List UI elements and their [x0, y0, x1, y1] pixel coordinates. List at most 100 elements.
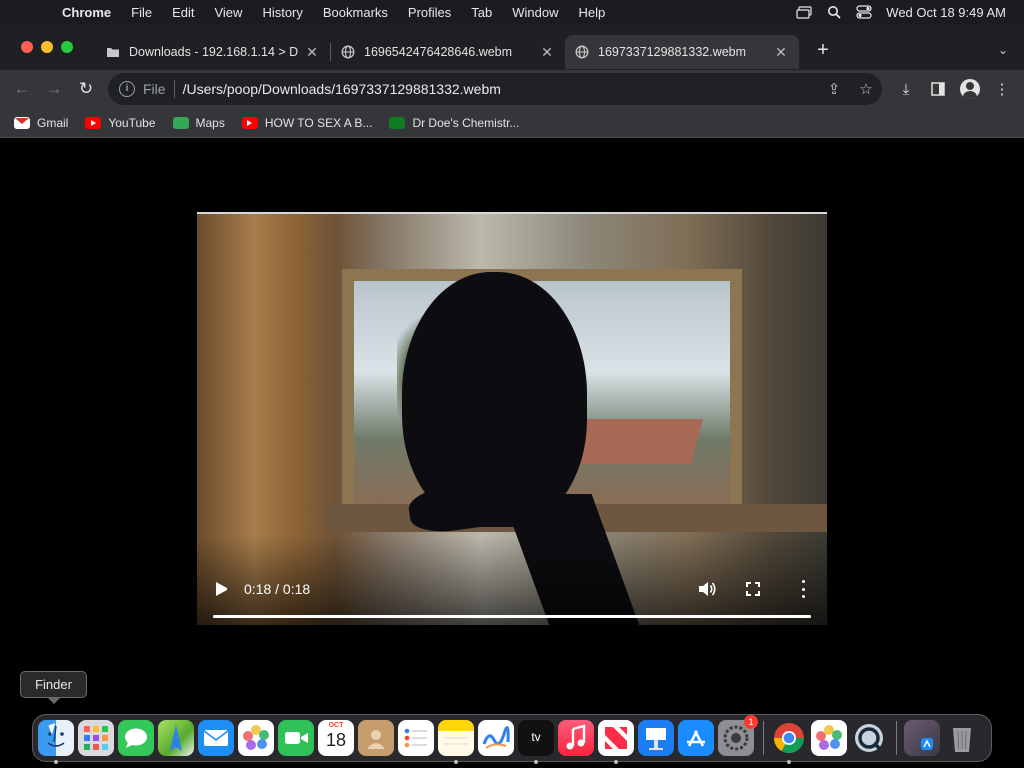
- youtube-icon: [241, 116, 258, 129]
- video-time: 0:18 / 0:18: [244, 581, 311, 597]
- youtube-icon: [85, 116, 102, 129]
- launchpad-icon[interactable]: [78, 720, 114, 756]
- news-icon[interactable]: [598, 720, 634, 764]
- messages-icon[interactable]: [118, 720, 154, 756]
- dock-tooltip: Finder: [20, 671, 87, 704]
- tab-strip: Downloads - 192.168.1.14 > D ✕ 169654247…: [0, 24, 1024, 70]
- minimize-window-button[interactable]: [41, 41, 53, 53]
- maps-icon[interactable]: [158, 720, 194, 756]
- screen-mirroring-icon[interactable]: [796, 5, 812, 19]
- side-panel-icon[interactable]: [922, 73, 954, 105]
- running-indicator: [54, 760, 58, 764]
- facetime-icon[interactable]: [278, 720, 314, 756]
- omnibox-divider: [173, 80, 175, 98]
- more-options-icon[interactable]: [797, 580, 809, 598]
- running-indicator: [787, 760, 791, 764]
- bookmark-label: Gmail: [37, 115, 69, 130]
- menu-file[interactable]: File: [121, 5, 162, 20]
- dock-divider: [896, 721, 897, 755]
- globe-icon: [575, 45, 589, 59]
- close-window-button[interactable]: [21, 41, 33, 53]
- globe-icon: [341, 45, 355, 59]
- tab-close-button[interactable]: ✕: [304, 44, 320, 61]
- keynote-icon[interactable]: [638, 720, 674, 756]
- bookmark-youtube[interactable]: YouTube: [85, 115, 156, 130]
- dock: OCT 18 tv 1: [32, 714, 992, 764]
- menu-edit[interactable]: Edit: [162, 5, 204, 20]
- tv-icon[interactable]: tv: [518, 720, 554, 764]
- quicktime-icon[interactable]: [851, 720, 887, 756]
- music-icon[interactable]: [558, 720, 594, 756]
- gmail-icon: [14, 116, 30, 129]
- video-progress-fill: [213, 615, 811, 618]
- running-indicator: [534, 760, 538, 764]
- tab-search-chevron-icon[interactable]: ⌄: [998, 43, 1008, 57]
- system-settings-icon[interactable]: 1: [718, 715, 758, 756]
- volume-icon[interactable]: [697, 580, 717, 598]
- chrome-icon[interactable]: [771, 720, 807, 764]
- menu-bookmarks[interactable]: Bookmarks: [313, 5, 398, 20]
- photos-icon[interactable]: [238, 720, 274, 756]
- browser-toolbar: ← → ↻ i File /Users/poop/Downloads/16973…: [0, 70, 1024, 108]
- profile-button[interactable]: [954, 73, 986, 105]
- control-center-icon[interactable]: [856, 5, 872, 19]
- info-icon[interactable]: i: [119, 81, 135, 97]
- zoom-window-button[interactable]: [61, 41, 73, 53]
- fullscreen-icon[interactable]: [746, 582, 760, 596]
- tab-close-button[interactable]: ✕: [539, 44, 555, 61]
- menu-window[interactable]: Window: [502, 5, 568, 20]
- running-indicator: [614, 760, 618, 764]
- back-button[interactable]: ←: [6, 73, 38, 105]
- video-progress-bar[interactable]: [213, 615, 811, 618]
- video-controls: 0:18 / 0:18: [197, 565, 827, 625]
- address-bar[interactable]: i File /Users/poop/Downloads/16973371298…: [108, 73, 882, 105]
- freeform-icon[interactable]: [478, 720, 514, 756]
- tv-label: tv: [531, 730, 541, 744]
- bookmark-label: YouTube: [108, 115, 156, 130]
- tab-title: 1696542476428646.webm: [364, 45, 513, 59]
- tab-downloads[interactable]: Downloads - 192.168.1.14 > D ✕: [96, 35, 330, 69]
- bookmark-gmail[interactable]: Gmail: [14, 116, 68, 130]
- reload-button[interactable]: ↻: [70, 73, 102, 105]
- spotlight-search-icon[interactable]: [826, 5, 842, 19]
- downloads-stack-icon[interactable]: [904, 720, 940, 756]
- maps-icon: [172, 116, 189, 129]
- site-icon: [389, 116, 406, 129]
- tab-video-1[interactable]: 1696542476428646.webm ✕: [331, 35, 565, 69]
- share-icon[interactable]: ⇪: [818, 80, 850, 98]
- menu-profiles[interactable]: Profiles: [398, 5, 461, 20]
- forward-button[interactable]: →: [38, 73, 70, 105]
- window-controls: [0, 41, 96, 53]
- play-icon[interactable]: [216, 582, 228, 596]
- trash-icon[interactable]: [944, 720, 980, 756]
- photos-icon[interactable]: [811, 720, 847, 756]
- tab-video-2-active[interactable]: 1697337129881332.webm ✕: [565, 35, 799, 69]
- calendar-icon[interactable]: OCT 18: [318, 720, 354, 756]
- notification-badge: 1: [744, 715, 758, 729]
- bookmark-star-icon[interactable]: ☆: [850, 80, 882, 98]
- menu-view[interactable]: View: [204, 5, 252, 20]
- menu-help[interactable]: Help: [569, 5, 616, 20]
- bookmark-youtube-video[interactable]: HOW TO SEX A B...: [241, 116, 372, 130]
- bookmark-maps[interactable]: Maps: [172, 115, 225, 130]
- downloads-icon[interactable]: ⤓: [890, 73, 922, 105]
- menu-tab[interactable]: Tab: [461, 5, 502, 20]
- chrome-menu-icon[interactable]: ⋮: [986, 73, 1018, 105]
- calendar-day: 18: [325, 730, 347, 750]
- bookmark-chemistry-site[interactable]: Dr Doe's Chemistr...: [389, 116, 519, 130]
- video-player[interactable]: 0:18 / 0:18: [197, 212, 827, 625]
- menu-app-name[interactable]: Chrome: [52, 5, 121, 20]
- menu-bar: Chrome File Edit View History Bookmarks …: [0, 0, 1024, 24]
- calendar-month: OCT: [328, 722, 344, 729]
- menu-history[interactable]: History: [252, 5, 312, 20]
- url-text[interactable]: /Users/poop/Downloads/1697337129881332.w…: [183, 81, 818, 97]
- reminders-icon[interactable]: [398, 720, 434, 756]
- new-tab-button[interactable]: +: [809, 39, 837, 62]
- bookmark-label: Maps: [195, 115, 225, 130]
- mail-icon[interactable]: [198, 720, 234, 756]
- contacts-icon[interactable]: [358, 720, 394, 756]
- tab-close-button[interactable]: ✕: [773, 44, 789, 61]
- app-store-icon[interactable]: [678, 720, 714, 756]
- menu-clock[interactable]: Wed Oct 18 9:49 AM: [886, 5, 1006, 20]
- notes-icon[interactable]: [438, 720, 474, 764]
